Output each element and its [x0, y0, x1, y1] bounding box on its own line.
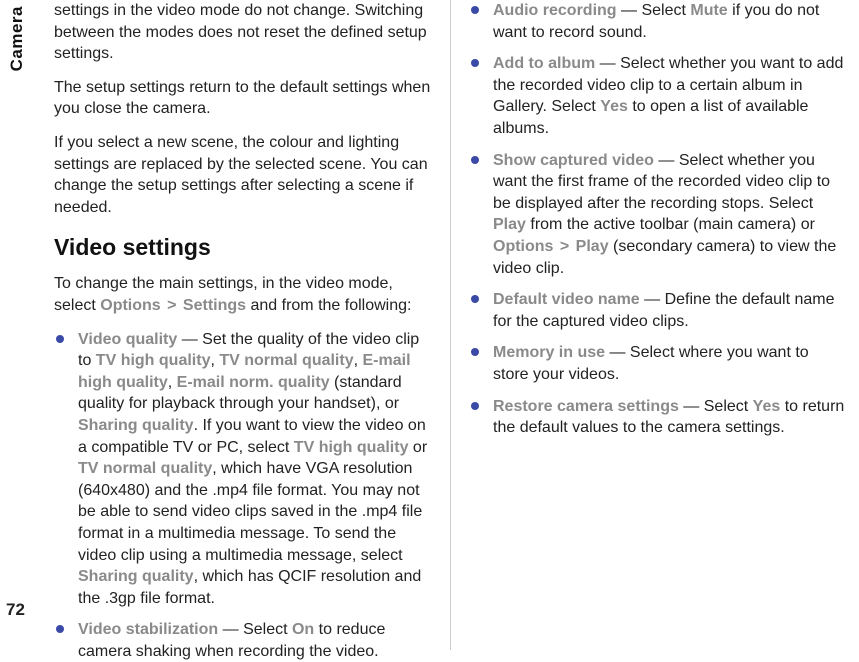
- page-number: 72: [6, 599, 25, 622]
- settings-list: Audio recording — Select Mute if you do …: [469, 0, 847, 439]
- setting-label: Default video name: [493, 291, 640, 308]
- ui-option-text: Settings: [183, 297, 246, 314]
- text: — Select: [679, 398, 753, 415]
- ui-option-text: Play: [576, 238, 609, 255]
- setting-label: Memory in use: [493, 344, 605, 361]
- ui-option-text: Options: [100, 297, 160, 314]
- paragraph: If you select a new scene, the colour an…: [54, 132, 432, 218]
- ui-option-text: TV high quality: [96, 352, 211, 369]
- section-heading: Video settings: [54, 232, 432, 263]
- ui-option-text: TV normal quality: [219, 352, 353, 369]
- ui-option-text: Options: [493, 238, 553, 255]
- ui-option-text: Yes: [600, 98, 628, 115]
- page-content: settings in the video mode do not change…: [0, 0, 859, 650]
- setting-label: Video quality: [78, 331, 177, 348]
- text: or: [408, 439, 427, 456]
- ui-option-text: Sharing quality: [78, 568, 194, 585]
- text: ,: [354, 352, 363, 369]
- side-tab-label: Camera: [6, 0, 29, 77]
- text: ,: [168, 374, 177, 391]
- breadcrumb-separator: >: [161, 297, 183, 314]
- setting-label: Add to album: [493, 55, 595, 72]
- left-column: settings in the video mode do not change…: [54, 0, 451, 650]
- text: — Select: [218, 621, 292, 638]
- ui-option-text: TV high quality: [294, 439, 409, 456]
- ui-option-text: Yes: [753, 398, 781, 415]
- setting-label: Audio recording: [493, 2, 617, 19]
- list-item: Video quality — Set the quality of the v…: [54, 329, 432, 610]
- setting-label: Restore camera settings: [493, 398, 679, 415]
- setting-label: Show captured video: [493, 152, 654, 169]
- ui-option-text: TV normal quality: [78, 460, 212, 477]
- settings-list: Video quality — Set the quality of the v…: [54, 329, 432, 662]
- list-item: Memory in use — Select where you want to…: [469, 342, 847, 385]
- ui-option-text: Mute: [690, 2, 727, 19]
- ui-option-text: Play: [493, 216, 526, 233]
- list-item: Default video name — Define the default …: [469, 289, 847, 332]
- ui-option-text: Sharing quality: [78, 417, 194, 434]
- list-item: Video stabilization — Select On to reduc…: [54, 619, 432, 662]
- ui-option-text: On: [292, 621, 314, 638]
- paragraph: settings in the video mode do not change…: [54, 0, 432, 65]
- setting-label: Video stabilization: [78, 621, 218, 638]
- breadcrumb-separator: >: [553, 238, 575, 255]
- list-item: Audio recording — Select Mute if you do …: [469, 0, 847, 43]
- paragraph: The setup settings return to the default…: [54, 77, 432, 120]
- list-item: Restore camera settings — Select Yes to …: [469, 396, 847, 439]
- ui-option-text: E-mail norm. quality: [177, 374, 330, 391]
- text: from the active toolbar (main camera) or: [526, 216, 815, 233]
- right-column: Audio recording — Select Mute if you do …: [451, 0, 847, 650]
- list-item: Add to album — Select whether you want t…: [469, 53, 847, 139]
- intro-paragraph: To change the main settings, in the vide…: [54, 273, 432, 316]
- text: — Select: [617, 2, 691, 19]
- list-item: Show captured video — Select whether you…: [469, 150, 847, 280]
- text: and from the following:: [246, 297, 411, 314]
